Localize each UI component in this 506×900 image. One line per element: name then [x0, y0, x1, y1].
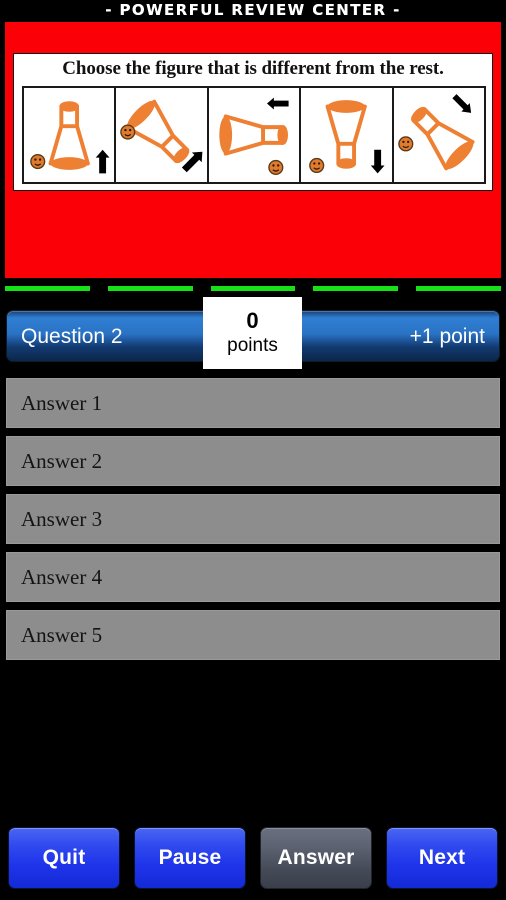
smiley-icon [397, 136, 413, 152]
smiley-icon [30, 153, 46, 170]
progress-segments [5, 286, 501, 291]
pause-button[interactable]: Pause [134, 827, 246, 889]
button-bar: Quit Pause Answer Next [8, 827, 498, 889]
question-image-card: Choose the figure that is different from… [5, 22, 501, 278]
flask-figure-rot180 [309, 100, 385, 174]
answer-option-1[interactable]: Answer 1 [6, 378, 500, 428]
app-title: - POWERFUL REVIEW CENTER - [0, 0, 506, 21]
figure-option-2[interactable] [116, 88, 209, 182]
answer-button[interactable]: Answer [260, 827, 372, 889]
progress-segment [210, 286, 296, 291]
point-value-label: +1 point [409, 325, 485, 348]
figure-option-5[interactable] [394, 88, 484, 182]
progress-segment [107, 286, 193, 291]
flask-figure-rot90 [219, 97, 289, 175]
arrow-left-icon [266, 97, 289, 110]
answer-label: Answer 2 [21, 448, 103, 473]
answer-label: Answer 3 [21, 506, 103, 531]
app-title-text: - POWERFUL REVIEW CENTER - [105, 1, 401, 19]
next-button-label: Next [418, 846, 466, 869]
next-button[interactable]: Next [386, 827, 498, 889]
arrow-down-icon [370, 149, 385, 174]
arrow-up-icon [95, 149, 110, 174]
answer-list: Answer 1 Answer 2 Answer 3 Answer 4 Answ… [6, 378, 500, 668]
figure-option-1[interactable] [24, 88, 117, 182]
answer-button-label: Answer [277, 846, 355, 869]
answer-option-3[interactable]: Answer 3 [6, 494, 500, 544]
smiley-icon [120, 124, 136, 140]
quit-button-label: Quit [42, 846, 86, 869]
answer-option-2[interactable]: Answer 2 [6, 436, 500, 486]
pause-button-label: Pause [158, 846, 222, 869]
figure-option-4[interactable] [301, 88, 394, 182]
progress-segment [5, 286, 90, 291]
answer-label: Answer 5 [21, 622, 103, 647]
score-box: 0 points [203, 297, 302, 369]
answer-label: Answer 4 [21, 564, 103, 589]
figure-option-3[interactable] [209, 88, 302, 182]
answer-option-4[interactable]: Answer 4 [6, 552, 500, 602]
flask-figure-rot315 [397, 94, 475, 171]
quit-button[interactable]: Quit [8, 827, 120, 889]
flask-figure-upright [30, 101, 110, 174]
puzzle-panel: Choose the figure that is different from… [13, 53, 493, 191]
smiley-icon [268, 159, 284, 175]
answer-label: Answer 1 [21, 390, 103, 415]
score-value: 0 [246, 308, 259, 333]
arrow-down-right-icon [451, 94, 471, 113]
score-label: points [227, 335, 278, 356]
answer-option-5[interactable]: Answer 5 [6, 610, 500, 660]
smiley-icon [309, 157, 325, 174]
progress-segment [313, 286, 399, 291]
puzzle-prompt: Choose the figure that is different from… [62, 58, 444, 79]
figure-strip [22, 86, 486, 184]
flask-figure-rot135 [120, 99, 203, 173]
question-number-label: Question 2 [21, 325, 123, 348]
progress-segment [416, 286, 501, 291]
